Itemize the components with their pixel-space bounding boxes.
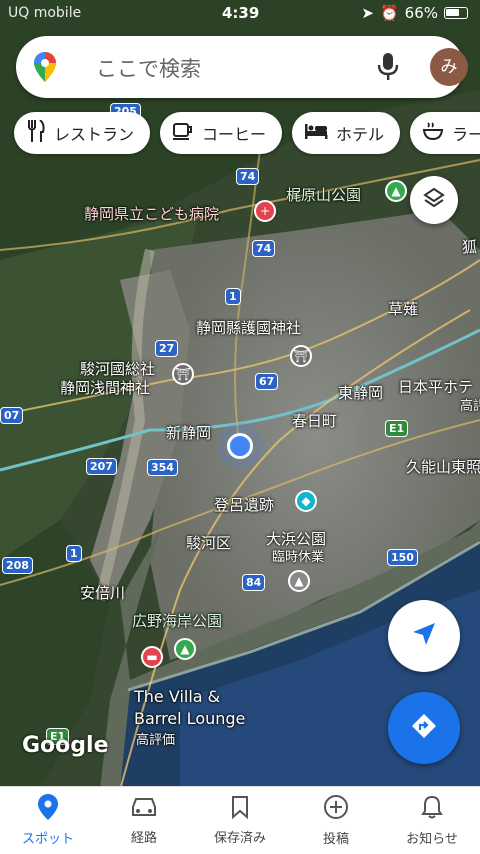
status-bar: UQ mobile 4:39 ➤ ⏰ 66% bbox=[0, 0, 480, 30]
alarm-icon: ⏰ bbox=[379, 4, 399, 22]
route-shield: 207 bbox=[86, 458, 117, 475]
fork-knife-icon bbox=[26, 119, 46, 146]
map-label-toro-ruins[interactable]: 登呂遺跡 bbox=[214, 496, 274, 514]
map-label-nihondaira-2: 高評 bbox=[460, 399, 480, 414]
bed-icon bbox=[304, 122, 328, 144]
layers-button[interactable] bbox=[410, 176, 458, 224]
route-shield: 67 bbox=[255, 373, 279, 390]
map-label-villa-rating: 高評価 bbox=[136, 733, 176, 748]
nav-label: お知らせ bbox=[406, 832, 458, 847]
chip-hotel[interactable]: ホテル bbox=[292, 112, 401, 154]
my-location-button[interactable] bbox=[388, 600, 460, 672]
bookmark-icon bbox=[230, 795, 250, 823]
route-shield: 74 bbox=[236, 168, 260, 185]
map-label-shin-shizuoka[interactable]: 新静岡 bbox=[166, 424, 211, 442]
map-label-kunozan[interactable]: 久能山東照 bbox=[406, 458, 480, 476]
map-label-kusanagi[interactable]: 草薙 bbox=[388, 300, 418, 318]
chip-restaurant[interactable]: レストラン bbox=[14, 112, 151, 154]
nav-label: スポット bbox=[21, 832, 74, 847]
route-shield: 208 bbox=[2, 557, 33, 574]
bell-icon bbox=[421, 794, 443, 824]
search-placeholder[interactable]: ここで検索 bbox=[96, 53, 201, 83]
chip-label: コーヒー bbox=[202, 125, 267, 144]
route-shield: 84 bbox=[242, 574, 266, 591]
nav-saved[interactable]: 保存済み bbox=[192, 787, 288, 854]
route-shield: 1 bbox=[225, 288, 241, 305]
google-maps-pin-icon bbox=[34, 52, 56, 86]
map-label-bairiyama-park[interactable]: 梶原山公園 bbox=[286, 186, 361, 204]
google-attribution: Google bbox=[22, 733, 109, 758]
park-pin-icon[interactable]: ▲ bbox=[385, 180, 407, 202]
route-shield: 1 bbox=[66, 545, 82, 562]
nav-notifications[interactable]: お知らせ bbox=[384, 787, 480, 854]
directions-button[interactable] bbox=[388, 692, 460, 764]
park-pin-icon[interactable]: ▲ bbox=[288, 570, 310, 592]
shrine-pin-icon[interactable]: ⛩ bbox=[172, 363, 194, 385]
nav-label: 保存済み bbox=[213, 831, 266, 846]
map-label-kasugacho[interactable]: 春日町 bbox=[292, 412, 337, 430]
route-shield: E1 bbox=[385, 420, 409, 437]
battery-icon bbox=[444, 7, 468, 19]
location-arrow-icon: ➤ bbox=[361, 4, 374, 22]
route-shield: 74 bbox=[252, 240, 276, 257]
microphone-icon[interactable] bbox=[376, 52, 400, 86]
map-label-hirono-beach-park[interactable]: 広野海岸公園 bbox=[132, 612, 222, 630]
map-label-suruga-ku: 駿河区 bbox=[186, 534, 232, 552]
nav-post[interactable]: 投稿 bbox=[288, 787, 384, 854]
museum-pin-icon[interactable]: ◆ bbox=[295, 490, 317, 512]
battery-percent: 66% bbox=[404, 4, 438, 22]
coffee-cup-icon bbox=[172, 121, 194, 145]
shrine-pin-icon[interactable]: ⛩ bbox=[290, 345, 312, 367]
nav-route[interactable]: 経路 bbox=[96, 787, 192, 854]
chip-ramen[interactable]: ラー bbox=[410, 112, 480, 154]
map-label-abekawa[interactable]: 安倍川 bbox=[80, 584, 125, 602]
map-label-sengen-shrine-2[interactable]: 静岡浅間神社 bbox=[60, 379, 150, 397]
map-label-nihondaira-1[interactable]: 日本平ホテ bbox=[398, 378, 473, 396]
nav-label: 経路 bbox=[130, 831, 157, 846]
bottom-navigation: スポット 経路 保存済み 投稿 お知らせ bbox=[0, 786, 480, 854]
park-pin-icon[interactable]: ▲ bbox=[174, 638, 196, 660]
directions-icon bbox=[410, 712, 438, 744]
map-label-ohama-park[interactable]: 大浜公園 bbox=[266, 530, 326, 548]
chip-label: ラー bbox=[452, 125, 480, 144]
nav-label: 投稿 bbox=[322, 832, 349, 847]
map-label-villa-1[interactable]: The Villa & bbox=[134, 688, 220, 706]
route-shield: 07 bbox=[0, 407, 24, 424]
route-shield: 354 bbox=[147, 459, 178, 476]
route-shield: 27 bbox=[155, 340, 179, 357]
map-label-gokoku-shrine[interactable]: 静岡縣護國神社 bbox=[196, 319, 301, 337]
map-label-ohama-closed: 臨時休業 bbox=[272, 550, 325, 565]
search-bar[interactable]: ここで検索 み bbox=[16, 36, 468, 98]
chip-label: ホテル bbox=[336, 125, 385, 144]
navigation-arrow-icon bbox=[411, 621, 437, 651]
carrier-label: UQ mobile bbox=[8, 5, 82, 21]
plus-circle-icon bbox=[323, 794, 349, 824]
chip-coffee[interactable]: コーヒー bbox=[160, 112, 283, 154]
map-label-children-hospital[interactable]: 静岡県立こども病院 bbox=[84, 205, 219, 223]
current-location-dot bbox=[227, 433, 253, 459]
pin-icon bbox=[38, 794, 58, 824]
account-avatar[interactable]: み bbox=[430, 48, 468, 86]
hospital-pin-icon[interactable]: + bbox=[254, 200, 276, 222]
route-shield: 150 bbox=[387, 549, 418, 566]
map-label-fox: 狐 bbox=[462, 238, 478, 256]
map-label-higashi-shizuoka[interactable]: 東静岡 bbox=[338, 384, 383, 402]
map-label-sengen-shrine-1[interactable]: 駿河國総社 bbox=[80, 360, 155, 378]
car-icon bbox=[129, 795, 159, 823]
ramen-icon bbox=[422, 121, 444, 145]
map-label-villa-2[interactable]: Barrel Lounge bbox=[134, 710, 245, 728]
chip-label: レストラン bbox=[54, 125, 135, 144]
clock: 4:39 bbox=[222, 4, 260, 22]
hotel-pin-icon[interactable]: ▬ bbox=[141, 646, 163, 668]
category-chips: レストラン コーヒー ホテル ラー bbox=[14, 112, 480, 154]
status-right: ➤ ⏰ 66% bbox=[361, 4, 468, 22]
nav-spot[interactable]: スポット bbox=[0, 787, 96, 854]
layers-icon bbox=[422, 186, 446, 214]
